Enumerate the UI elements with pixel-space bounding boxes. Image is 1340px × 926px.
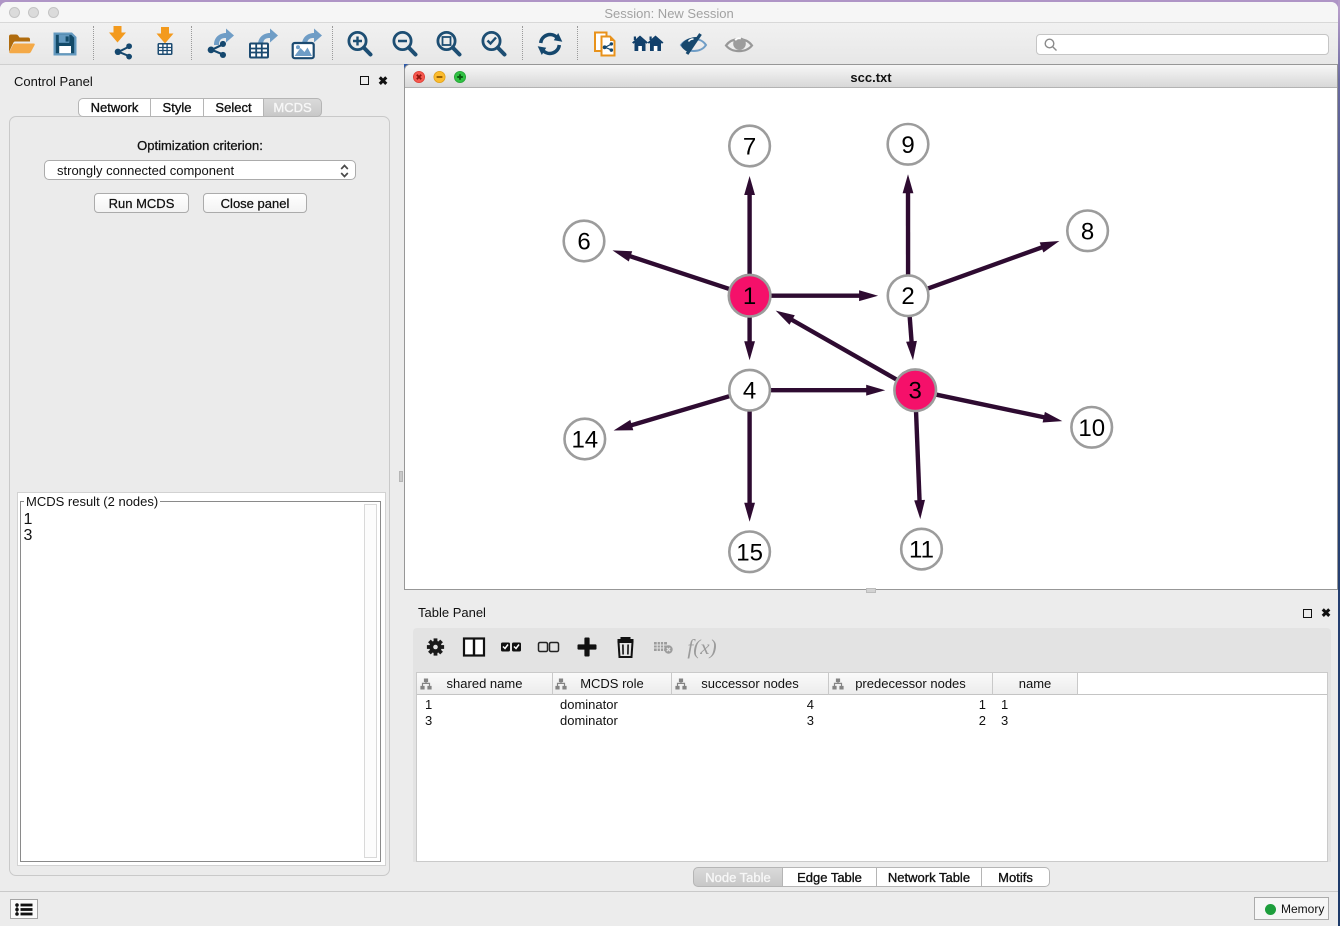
svg-text:2: 2 [901,283,914,310]
svg-text:8: 8 [1081,218,1094,245]
svg-text:4: 4 [743,378,756,405]
svg-text:6: 6 [577,229,590,256]
svg-text:3: 3 [909,378,922,405]
svg-text:10: 10 [1078,415,1105,442]
svg-text:15: 15 [736,539,763,566]
svg-text:11: 11 [909,537,934,564]
svg-text:7: 7 [743,134,756,161]
svg-text:9: 9 [901,132,914,159]
svg-text:14: 14 [571,427,598,454]
svg-text:1: 1 [743,283,756,310]
svg-text:f(x): f(x) [687,635,716,659]
